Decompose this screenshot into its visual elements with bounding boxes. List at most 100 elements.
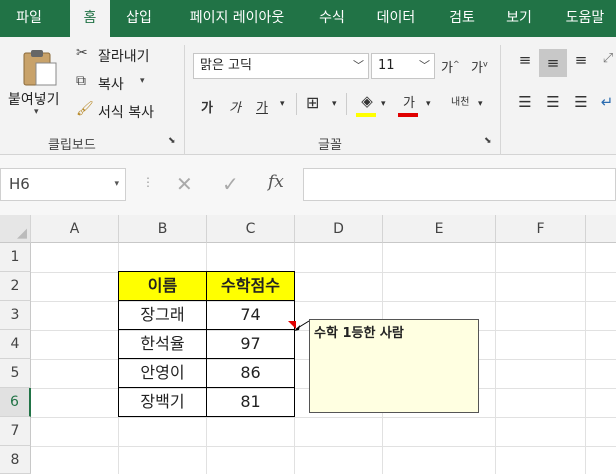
align-top-icon: ≡ [518, 51, 532, 69]
formula-bar-grip-icon[interactable]: ⋮ [142, 175, 154, 189]
fill-color-button[interactable]: ◈ [356, 92, 378, 117]
font-color-dropdown[interactable]: ▾ [426, 99, 431, 109]
table-cell-name[interactable]: 한석율 [118, 329, 207, 359]
tab-insert[interactable]: 삽입 [116, 0, 162, 37]
table-cell-name[interactable]: 장그래 [118, 300, 207, 330]
text-orientation-icon: ⤢ [602, 51, 614, 66]
table-header-math-score[interactable]: 수학점수 [206, 271, 295, 301]
borders-dropdown[interactable]: ▾ [332, 99, 337, 109]
font-name-dropdown[interactable]: 맑은 고딕 ﹀ [193, 53, 369, 79]
select-all-button[interactable]: ◢ [0, 215, 31, 243]
cell-comment-box[interactable]: 수학 1등한 사람 [309, 319, 479, 413]
paint-bucket-icon: ◈ [361, 92, 373, 110]
row-header-8[interactable]: 8 [0, 446, 31, 474]
table-cell-score[interactable]: 86 [206, 358, 295, 388]
name-box[interactable]: H6 ▾ [0, 168, 126, 201]
group-divider [500, 45, 501, 155]
paste-label: 붙여넣기 [8, 92, 60, 108]
tab-formulas[interactable]: 수식 [310, 0, 354, 37]
clipboard-icon [23, 50, 57, 86]
comment-text: 수학 1등한 사람 [314, 326, 404, 341]
italic-button[interactable]: 가 [229, 97, 241, 116]
borders-icon: ⊞ [306, 93, 320, 112]
table-cell-score[interactable]: 74 [206, 300, 295, 330]
tab-data[interactable]: 데이터 [368, 0, 424, 37]
paste-button[interactable]: 붙여넣기 ▾ [6, 43, 68, 123]
column-header-f[interactable]: F [496, 215, 586, 243]
table-cell-name[interactable]: 장백기 [118, 387, 207, 417]
bottom-align-button[interactable]: ≡ [570, 51, 592, 69]
borders-button[interactable]: ⊞ [306, 93, 319, 112]
top-align-button[interactable]: ≡ [514, 51, 536, 69]
copy-button[interactable]: ⧉ 복사 ▾ [76, 73, 176, 95]
paste-dropdown-chevron[interactable]: ▾ [34, 107, 39, 117]
enter-check-icon[interactable]: ✓ [222, 172, 239, 196]
middle-align-button[interactable]: ≡ [539, 49, 567, 77]
tab-review[interactable]: 검토 [440, 0, 484, 37]
align-middle-icon: ≡ [546, 54, 560, 72]
copy-label: 복사 [98, 77, 124, 93]
tab-file[interactable]: 파일 [0, 0, 58, 37]
column-header-a[interactable]: A [31, 215, 119, 243]
grow-font-button[interactable]: 가^ [441, 57, 460, 76]
tab-help[interactable]: 도움말 [554, 0, 616, 37]
row-header-6[interactable]: 6 [0, 388, 31, 417]
wrap-text-icon: ↵ [600, 93, 614, 111]
font-color-icon: 가 [403, 96, 415, 111]
font-color-button[interactable]: 가 [398, 92, 420, 117]
worksheet-grid: ◢ A B C D E F 1 2 3 4 5 6 7 8 이름 수학점수 장그… [0, 215, 616, 474]
align-right-button[interactable]: ☰ [570, 93, 592, 111]
font-size-dropdown[interactable]: 11 ﹀ [371, 53, 435, 79]
shrink-font-button[interactable]: 가v [471, 57, 488, 76]
row-header-2[interactable]: 2 [0, 272, 31, 301]
table-header-name[interactable]: 이름 [118, 271, 207, 301]
font-name-value: 맑은 고딕 [200, 58, 252, 73]
font-dialog-launcher[interactable]: ⬊ [484, 136, 492, 146]
cancel-icon[interactable]: ✕ [176, 172, 193, 196]
ribbon-tab-bar: 파일 홈 삽입 페이지 레이아웃 수식 데이터 검토 보기 도움말 [0, 0, 616, 38]
column-header-d[interactable]: D [295, 215, 383, 243]
formula-input[interactable] [303, 168, 616, 201]
row-header-4[interactable]: 4 [0, 330, 31, 359]
group-divider [184, 45, 185, 155]
insert-function-button[interactable]: fx [268, 172, 284, 192]
fill-color-dropdown[interactable]: ▾ [381, 99, 386, 109]
underline-button[interactable]: 가 [256, 97, 268, 116]
chevron-down-icon: ▾ [114, 179, 119, 189]
divider [296, 93, 297, 115]
tab-page-layout[interactable]: 페이지 레이아웃 [172, 0, 302, 37]
table-cell-name[interactable]: 안영이 [118, 358, 207, 388]
table-cell-score[interactable]: 97 [206, 329, 295, 359]
chevron-down-icon: ﹀ [419, 59, 430, 72]
tab-home[interactable]: 홈 [70, 0, 110, 38]
clipboard-dialog-launcher[interactable]: ⬊ [168, 136, 176, 146]
column-header-c[interactable]: C [207, 215, 295, 243]
formula-bar: H6 ▾ ⋮ ✕ ✓ fx [0, 155, 616, 215]
phonetic-dropdown[interactable]: ▾ [478, 99, 483, 109]
format-painter-label: 서식 복사 [98, 105, 154, 121]
phonetic-guide-button[interactable]: 내천 [451, 93, 469, 108]
scissors-icon: ✂ [76, 45, 88, 61]
cut-button[interactable]: ✂ 잘라내기 [76, 45, 176, 67]
table-cell-score[interactable]: 81 [206, 387, 295, 417]
row-header-7[interactable]: 7 [0, 417, 31, 446]
tab-view[interactable]: 보기 [497, 0, 541, 37]
column-header-g[interactable] [586, 215, 616, 243]
align-right-icon: ☰ [574, 93, 588, 111]
underline-dropdown[interactable]: ▾ [280, 99, 285, 109]
align-left-button[interactable]: ☰ [514, 93, 536, 111]
format-painter-button[interactable]: 🖌 서식 복사 [76, 101, 176, 123]
align-left-icon: ☰ [518, 93, 532, 111]
orientation-button[interactable]: ⤢ [600, 51, 616, 66]
bold-button[interactable]: 가 [201, 97, 213, 116]
row-header-5[interactable]: 5 [0, 359, 31, 388]
gridline [585, 243, 586, 474]
wrap-text-button[interactable]: ↵ [598, 93, 616, 111]
font-group-label: 글꼴 [318, 138, 342, 153]
column-header-e[interactable]: E [383, 215, 496, 243]
copy-dropdown-chevron[interactable]: ▾ [140, 76, 145, 86]
row-header-1[interactable]: 1 [0, 243, 31, 272]
row-header-3[interactable]: 3 [0, 301, 31, 330]
column-header-b[interactable]: B [119, 215, 207, 243]
align-center-button[interactable]: ☰ [542, 93, 564, 111]
